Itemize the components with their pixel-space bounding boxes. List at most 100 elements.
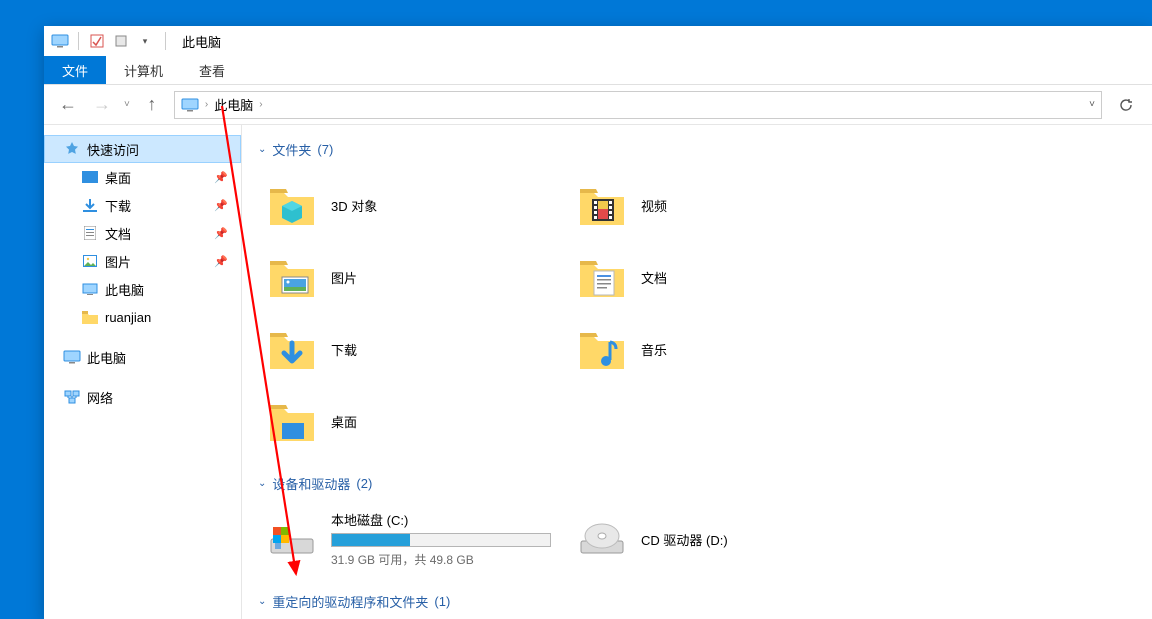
- item-name: 桌面: [331, 412, 561, 431]
- item-pictures[interactable]: 图片: [258, 241, 568, 313]
- this-pc-icon: [63, 348, 81, 366]
- item-desktop[interactable]: 桌面: [258, 385, 568, 457]
- document-icon: [81, 224, 99, 242]
- item-downloads[interactable]: 下载: [258, 313, 568, 385]
- titlebar-divider: [165, 32, 166, 50]
- properties-icon[interactable]: [87, 31, 107, 51]
- pictures-icon: [265, 250, 319, 304]
- group-label: 文件夹: [272, 140, 311, 159]
- history-dropdown-icon[interactable]: ˅: [124, 99, 130, 110]
- nav-label: 文档: [105, 224, 131, 243]
- chevron-down-icon: ⌄: [258, 144, 266, 155]
- item-music[interactable]: 音乐: [568, 313, 878, 385]
- ribbon: 文件 计算机 查看: [44, 56, 1152, 85]
- item-drive-d[interactable]: CD 驱动器 (D:): [568, 503, 878, 575]
- nav-ruanjian[interactable]: ruanjian: [44, 303, 241, 331]
- tab-computer[interactable]: 计算机: [106, 56, 181, 84]
- music-icon: [575, 322, 629, 376]
- group-folders-header[interactable]: ⌄ 文件夹 (7): [258, 135, 1136, 163]
- nav-this-pc[interactable]: 此电脑: [44, 343, 241, 371]
- cd-drive-icon: [575, 512, 629, 566]
- back-button[interactable]: ←: [56, 93, 80, 117]
- devices-grid: 本地磁盘 (C:) 31.9 GB 可用，共 49.8 GB CD 驱动器 (D…: [258, 497, 1136, 587]
- item-documents[interactable]: 文档: [568, 241, 878, 313]
- nav-quick-access[interactable]: 快速访问: [44, 135, 241, 163]
- this-pc-icon: [181, 98, 199, 112]
- item-name: 音乐: [641, 340, 871, 359]
- videos-icon: [575, 178, 629, 232]
- item-name: CD 驱动器 (D:): [641, 530, 871, 549]
- breadcrumb-sep: ›: [259, 99, 262, 110]
- pictures-icon: [81, 252, 99, 270]
- breadcrumb-location[interactable]: 此电脑: [214, 95, 253, 114]
- this-pc-icon: [81, 280, 99, 298]
- item-videos[interactable]: 视频: [568, 169, 878, 241]
- item-name: 3D 对象: [331, 196, 561, 215]
- hdd-icon: [265, 512, 319, 566]
- group-label: 设备和驱动器: [272, 474, 350, 493]
- documents-icon: [575, 250, 629, 304]
- qat-divider: [78, 32, 79, 50]
- dropdown-icon[interactable]: [111, 31, 131, 51]
- nav-label: ruanjian: [105, 310, 151, 325]
- item-name: 图片: [331, 268, 561, 287]
- star-icon: [63, 140, 81, 158]
- address-bar[interactable]: › 此电脑 › ˅: [174, 91, 1102, 119]
- group-devices-header[interactable]: ⌄ 设备和驱动器 (2): [258, 469, 1136, 497]
- pin-icon: 📌: [214, 227, 228, 240]
- folder-icon: [81, 308, 99, 326]
- content-area: ⌄ 文件夹 (7) 3D 对象 视频: [242, 125, 1152, 619]
- explorer-window: ▾ 此电脑 文件 计算机 查看 ← → ˅ ↑ › 此电脑 › ˅: [44, 26, 1152, 619]
- desktop-folder-icon: [265, 394, 319, 448]
- redirected-grid: XTZJ-20230406YH 上的 E: [258, 615, 1136, 619]
- nav-pictures[interactable]: 图片 📌: [44, 247, 241, 275]
- refresh-button[interactable]: [1112, 91, 1140, 119]
- chevron-down-icon: ⌄: [258, 596, 266, 607]
- download-icon: [81, 196, 99, 214]
- nav-this-pc-shortcut[interactable]: 此电脑: [44, 275, 241, 303]
- breadcrumb-sep: ›: [205, 99, 208, 110]
- 3d-objects-icon: [265, 178, 319, 232]
- nav-label: 图片: [105, 252, 131, 271]
- item-3d-objects[interactable]: 3D 对象: [258, 169, 568, 241]
- chevron-down-icon: ⌄: [258, 478, 266, 489]
- nav-desktop[interactable]: 桌面 📌: [44, 163, 241, 191]
- desktop-icon: [81, 168, 99, 186]
- group-redirected-header[interactable]: ⌄ 重定向的驱动程序和文件夹 (1): [258, 587, 1136, 615]
- address-row: ← → ˅ ↑ › 此电脑 › ˅: [44, 85, 1152, 125]
- tab-file[interactable]: 文件: [44, 56, 106, 84]
- tab-view[interactable]: 查看: [181, 56, 243, 84]
- item-drive-c[interactable]: 本地磁盘 (C:) 31.9 GB 可用，共 49.8 GB: [258, 503, 568, 575]
- address-dropdown-icon[interactable]: ˅: [1089, 99, 1095, 110]
- nav-downloads[interactable]: 下载 📌: [44, 191, 241, 219]
- group-count: (2): [356, 476, 372, 491]
- drive-usage-bar: [331, 533, 551, 547]
- pin-icon: 📌: [214, 255, 228, 268]
- forward-button[interactable]: →: [90, 93, 114, 117]
- up-button[interactable]: ↑: [140, 93, 164, 117]
- nav-label: 网络: [87, 388, 113, 407]
- network-icon: [63, 388, 81, 406]
- chevron-down-icon[interactable]: ▾: [135, 31, 155, 51]
- item-name: 视频: [641, 196, 871, 215]
- item-name: 下载: [331, 340, 561, 359]
- group-label: 重定向的驱动程序和文件夹: [272, 592, 428, 611]
- folders-grid: 3D 对象 视频 图片: [258, 163, 1136, 469]
- nav-network[interactable]: 网络: [44, 383, 241, 411]
- nav-label: 此电脑: [87, 348, 126, 367]
- pin-icon: 📌: [214, 199, 228, 212]
- nav-label: 此电脑: [105, 280, 144, 299]
- drive-free-text: 31.9 GB 可用，共 49.8 GB: [331, 551, 561, 568]
- window-title: 此电脑: [182, 32, 221, 51]
- nav-label: 桌面: [105, 168, 131, 187]
- downloads-icon: [265, 322, 319, 376]
- item-name: 本地磁盘 (C:): [331, 510, 561, 529]
- nav-documents[interactable]: 文档 📌: [44, 219, 241, 247]
- titlebar: ▾ 此电脑: [44, 26, 1152, 56]
- body: 快速访问 桌面 📌 下载 📌 文档 📌: [44, 125, 1152, 619]
- group-count: (7): [317, 142, 333, 157]
- nav-label: 快速访问: [87, 140, 139, 159]
- this-pc-icon: [50, 31, 70, 51]
- navigation-pane: 快速访问 桌面 📌 下载 📌 文档 📌: [44, 125, 242, 619]
- quick-access-toolbar: ▾: [50, 31, 155, 51]
